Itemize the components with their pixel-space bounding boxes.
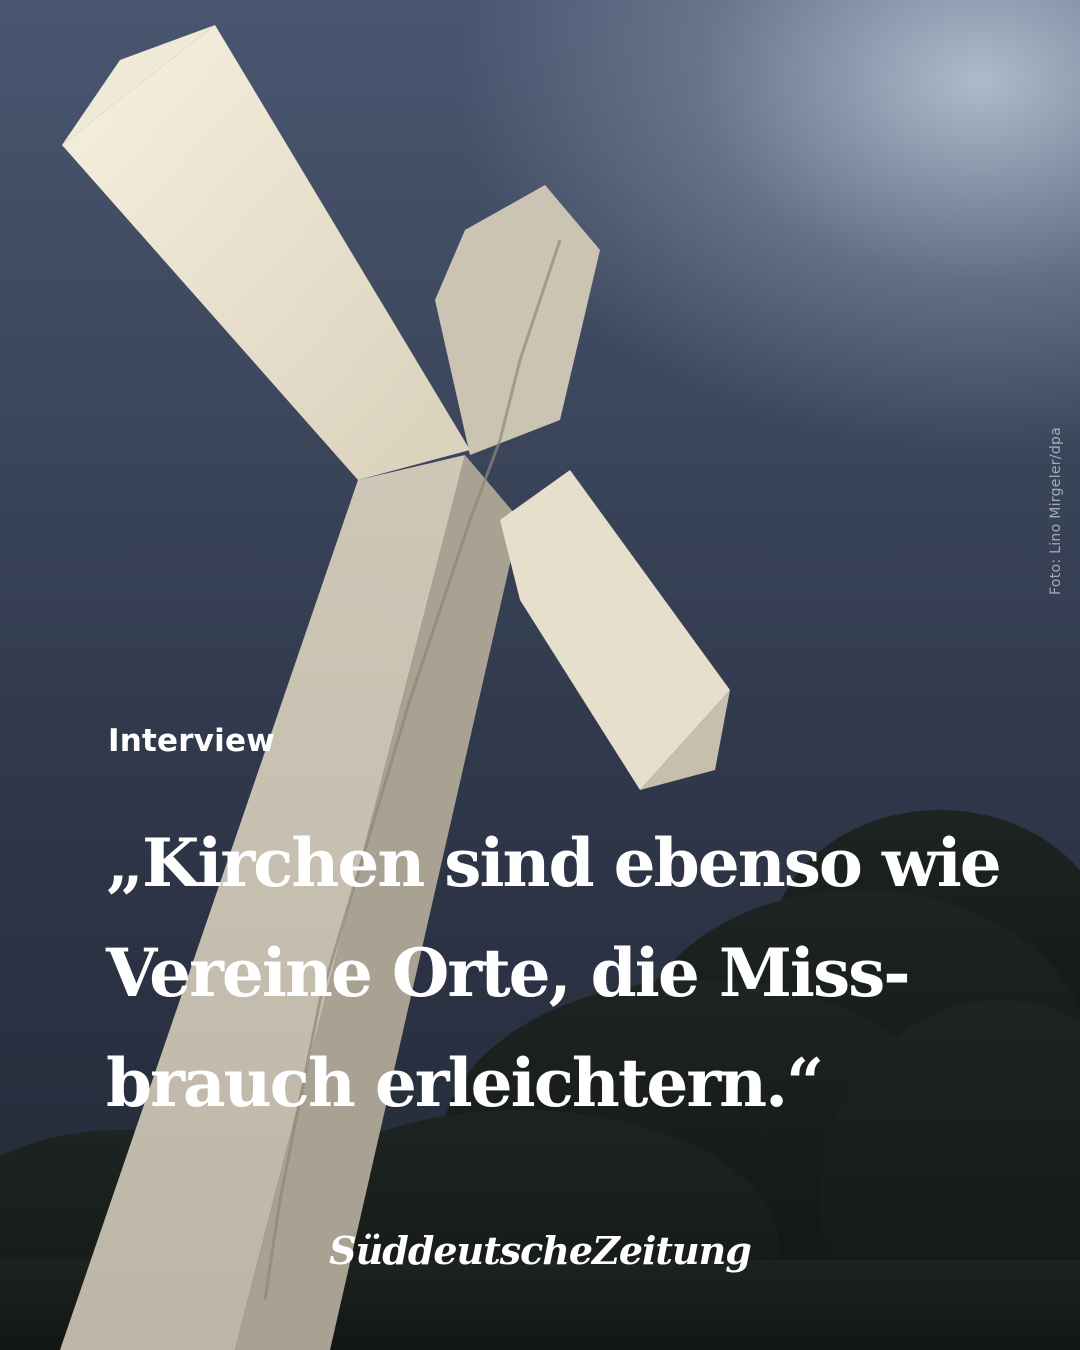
- cross-photo-icon: [0, 25, 1080, 1350]
- quote-line: brauch erleichtern.“: [106, 1044, 824, 1122]
- brand-logo: SüddeutscheZeitung: [329, 1228, 752, 1273]
- quote-line: Vereine Orte, die Miss-: [106, 934, 911, 1012]
- photo-credit: Foto: Lino Mirgeler/dpa: [1048, 426, 1064, 595]
- category-label: Interview: [108, 723, 276, 759]
- quote-headline: „Kirchen sind ebenso wie Vereine Orte, d…: [106, 808, 1006, 1138]
- quote-line: „Kirchen sind ebenso wie: [106, 824, 1002, 902]
